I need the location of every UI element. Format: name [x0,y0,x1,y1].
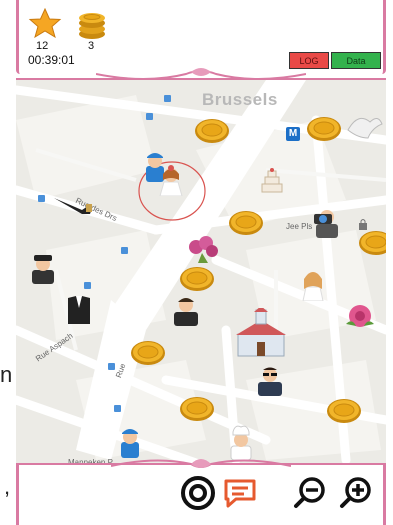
wedding-cake-icon[interactable] [259,166,285,194]
top-ornament [96,68,306,80]
coin-icon[interactable] [306,116,342,142]
bridesmaid-character-icon[interactable] [298,265,328,301]
coins-count: 3 [88,40,95,52]
coin-icon[interactable] [179,266,215,292]
coin-icon[interactable] [358,230,386,256]
doves-icon[interactable] [344,110,384,144]
data-button[interactable]: Data [331,52,381,69]
street-label-jee: Jee Pls [286,222,313,231]
zoom-in-icon[interactable] [338,475,374,511]
flower-bouquet-icon[interactable] [184,233,224,263]
champagne-bottle-icon[interactable] [52,188,96,218]
side-glyph-n: n [0,362,13,387]
center-target-icon[interactable] [180,475,216,511]
groom-character-icon[interactable] [170,292,202,326]
zoom-out-icon[interactable] [292,475,328,511]
star-icon [28,8,62,38]
game-frame: Brussels M Rue des Drs Jee Pls Manneken … [16,0,386,525]
chauffeur-character-icon[interactable] [28,250,58,284]
city-label: Brussels [202,90,278,109]
rose-icon[interactable] [342,302,378,332]
coin-stack-icon [79,13,105,39]
coin-icon[interactable] [194,118,230,144]
padlock-icon [359,219,367,230]
tuxedo-icon[interactable] [64,294,94,326]
side-glyph-comma: , [4,474,11,499]
bride-character-icon[interactable] [156,162,186,196]
game-timer: 00:39:01 [28,53,75,67]
bottom-ornament [111,459,291,468]
chat-icon[interactable] [222,475,258,511]
metro-icon: M [286,127,300,141]
photographer-character-icon[interactable] [310,204,344,238]
coin-icon[interactable] [228,210,264,236]
church-icon[interactable] [232,308,290,358]
guest-man-character-icon[interactable] [254,362,286,396]
stars-count: 12 [36,40,49,52]
coin-icon[interactable] [179,396,215,422]
coin-icon[interactable] [130,340,166,366]
coin-icon[interactable] [326,398,362,424]
